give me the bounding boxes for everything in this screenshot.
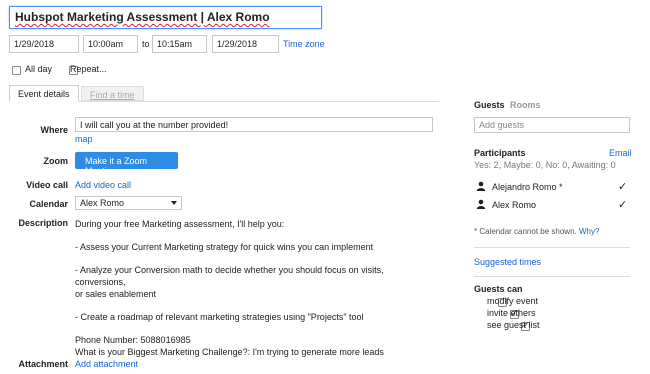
see-guest-list-label: see guest list: [487, 320, 540, 330]
time-zone-link[interactable]: Time zone: [283, 39, 325, 49]
where-input[interactable]: I will call you at the number provided!: [75, 117, 433, 132]
tab-rooms[interactable]: Rooms: [510, 100, 541, 110]
email-guests-link[interactable]: Email: [609, 148, 632, 158]
video-call-label: Video call: [26, 180, 68, 190]
calendar-label: Calendar: [29, 199, 68, 209]
start-date-field[interactable]: 1/29/2018: [9, 35, 79, 53]
participants-label: Participants: [474, 148, 526, 158]
description-line: - Create a roadmap of relevant marketing…: [75, 312, 364, 322]
participant-name: Alex Romo: [492, 200, 537, 210]
description-label: Description: [18, 218, 68, 228]
guests-can-label: Guests can: [474, 284, 523, 294]
description-line: Phone Number: 5088016985: [75, 335, 191, 345]
person-icon: [476, 199, 486, 209]
participant-name: Alejandro Romo *: [492, 182, 563, 192]
zoom-label: Zoom: [43, 156, 69, 166]
attachment-label: Attachment: [18, 359, 68, 369]
calendar-select[interactable]: Alex Romo: [75, 196, 182, 210]
footnote-text: * Calendar cannot be shown.: [474, 227, 577, 236]
event-title-text: Hubspot Marketing Assessment | Alex Romo: [15, 10, 270, 24]
suggested-times-link[interactable]: Suggested times: [474, 257, 541, 267]
to-label: to: [142, 39, 150, 49]
invite-others-label: invite others: [487, 308, 536, 318]
tab-guests[interactable]: Guests: [474, 100, 505, 110]
description-line: or sales enablement: [75, 289, 157, 299]
where-label: Where: [40, 125, 68, 135]
chevron-down-icon: [171, 201, 177, 205]
calendar-footnote: * Calendar cannot be shown. Why?: [474, 227, 599, 236]
repeat-label: Repeat...: [70, 64, 107, 74]
description-line: What is your Biggest Marketing Challenge…: [75, 347, 384, 357]
description-line: - Analyze your Conversion math to decide…: [75, 265, 384, 287]
add-attachment-link[interactable]: Add attachment: [75, 359, 138, 369]
end-date-field[interactable]: 1/29/2018: [212, 35, 279, 53]
modify-event-label: modify event: [487, 296, 539, 306]
rsvp-summary: Yes: 2, Maybe: 0, No: 0, Awaiting: 0: [474, 160, 616, 170]
description-line: During your free Marketing assessment, I…: [75, 219, 285, 229]
add-guests-input[interactable]: Add guests: [474, 117, 630, 133]
end-time-field[interactable]: 10:15am: [152, 35, 207, 53]
guests-divider: [474, 247, 630, 248]
check-icon: ✓: [618, 181, 628, 193]
why-link[interactable]: Why?: [579, 227, 599, 236]
description-text[interactable]: During your free Marketing assessment, I…: [75, 218, 435, 358]
description-line: - Assess your Current Marketing strategy…: [75, 242, 374, 252]
person-icon: [476, 181, 486, 191]
check-icon: ✓: [618, 199, 628, 211]
all-day-label: All day: [25, 64, 53, 74]
guests-divider: [474, 276, 630, 277]
calendar-select-value: Alex Romo: [80, 198, 125, 208]
zoom-meeting-button[interactable]: Make it a Zoom Meeting: [75, 152, 178, 176]
add-video-call-link[interactable]: Add video call: [75, 180, 131, 190]
all-day-checkbox[interactable]: [12, 66, 21, 76]
tab-find-a-time[interactable]: Find a time: [81, 86, 144, 101]
start-time-field[interactable]: 10:00am: [83, 35, 138, 53]
tab-event-details[interactable]: Event details: [9, 85, 79, 102]
event-title-input[interactable]: Hubspot Marketing Assessment | Alex Romo: [9, 6, 322, 29]
map-link[interactable]: map: [75, 134, 93, 144]
